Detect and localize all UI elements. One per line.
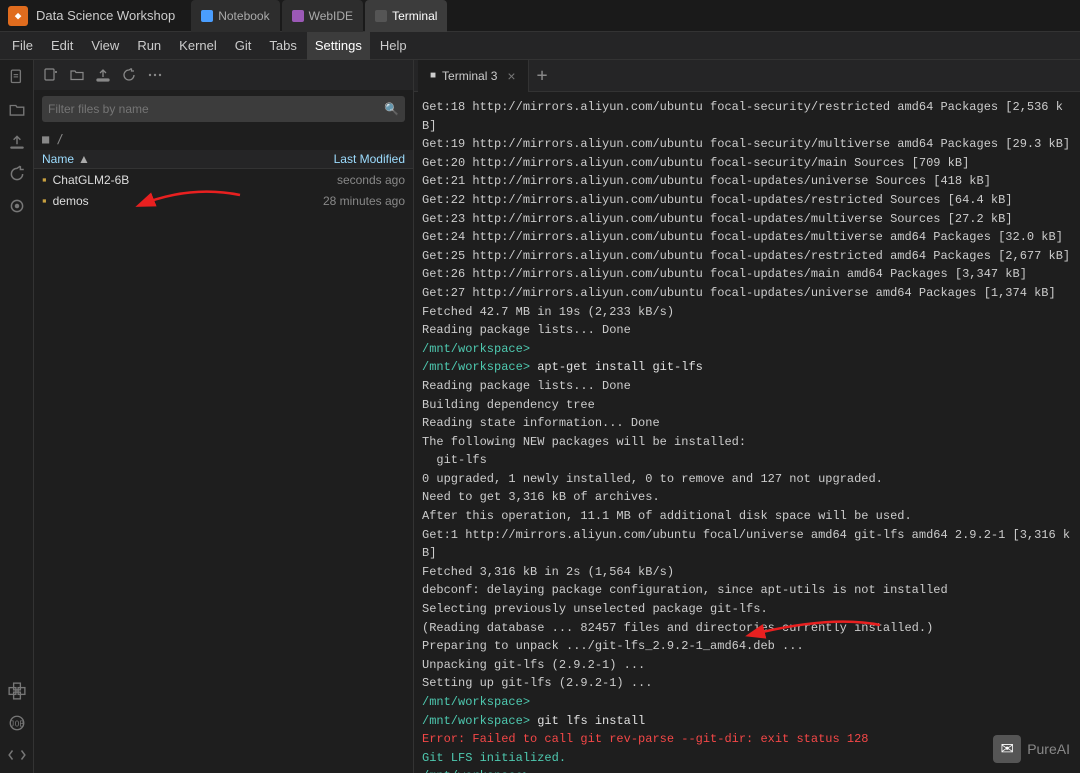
terminal-line: Get:21 http://mirrors.aliyun.com/ubuntu … (422, 172, 1072, 191)
wechat-icon: ✉ (993, 735, 1021, 763)
terminal-line: Reading package lists... Done (422, 377, 1072, 396)
upload-icon[interactable] (3, 128, 31, 156)
new-folder-btn[interactable] (66, 64, 88, 86)
app-title: Data Science Workshop (36, 8, 175, 23)
new-file-icon[interactable] (3, 64, 31, 92)
terminal-panel: ■ Terminal 3 × + Get:18 http://mirrors.a… (414, 60, 1080, 773)
terminal-line: Get:27 http://mirrors.aliyun.com/ubuntu … (422, 284, 1072, 303)
terminal-line: git-lfs (422, 451, 1072, 470)
terminal-add-btn[interactable]: + (529, 65, 556, 86)
job-icon[interactable]: JOB (3, 709, 31, 737)
terminal-tabs: ■ Terminal 3 × + (414, 60, 1080, 92)
terminal-line: After this operation, 11.1 MB of additio… (422, 507, 1072, 526)
file-modified-header[interactable]: Last Modified (275, 152, 405, 166)
menu-help[interactable]: Help (372, 32, 415, 60)
menu-settings[interactable]: Settings (307, 32, 370, 60)
file-modified-demos: 28 minutes ago (275, 194, 405, 208)
terminal-line: /mnt/workspace> git lfs install (422, 712, 1072, 731)
terminal-tab-close[interactable]: × (507, 68, 515, 84)
new-folder-icon[interactable] (3, 96, 31, 124)
terminal-line: Building dependency tree (422, 396, 1072, 415)
tab-webide[interactable]: WebIDE (282, 0, 363, 32)
terminal-line: 0 upgraded, 1 newly installed, 0 to remo… (422, 470, 1072, 489)
upload-btn[interactable] (92, 64, 114, 86)
terminal-line: Need to get 3,316 kB of archives. (422, 488, 1072, 507)
terminal-line: Get:18 http://mirrors.aliyun.com/ubuntu … (422, 98, 1072, 135)
topbar: ◆ Data Science Workshop Notebook WebIDE … (0, 0, 1080, 32)
menu-kernel[interactable]: Kernel (171, 32, 225, 60)
terminal-line: Fetched 3,316 kB in 2s (1,564 kB/s) (422, 563, 1072, 582)
folder-icon-demos: ▪ (42, 193, 47, 208)
terminal-line: Reading state information... Done (422, 414, 1072, 433)
menu-view[interactable]: View (83, 32, 127, 60)
terminal-line: The following NEW packages will be insta… (422, 433, 1072, 452)
filter-icon[interactable] (3, 192, 31, 220)
terminal-line: Get:19 http://mirrors.aliyun.com/ubuntu … (422, 135, 1072, 154)
watermark: ✉ PureAI (993, 735, 1070, 763)
more-btn[interactable] (144, 64, 166, 86)
app-logo: ◆ (8, 6, 28, 26)
extension-icon[interactable] (3, 677, 31, 705)
file-name-chatglm: ▪ ChatGLM2-6B (42, 172, 275, 187)
terminal-tab-icon: ■ (430, 70, 436, 81)
terminal-line: Selecting previously unselected package … (422, 600, 1072, 619)
file-row-chatglm[interactable]: ▪ ChatGLM2-6B seconds ago (34, 169, 413, 190)
code-icon[interactable] (3, 741, 31, 769)
search-icon: 🔍 (384, 102, 399, 116)
file-name-header[interactable]: Name ▲ (42, 152, 275, 166)
refresh-icon[interactable] (3, 160, 31, 188)
terminal-line: Get:23 http://mirrors.aliyun.com/ubuntu … (422, 210, 1072, 229)
file-header: Name ▲ Last Modified (34, 150, 413, 169)
svg-text:JOB: JOB (9, 719, 23, 728)
menubar: File Edit View Run Kernel Git Tabs Setti… (0, 32, 1080, 60)
menu-run[interactable]: Run (129, 32, 169, 60)
terminal-tab-3[interactable]: ■ Terminal 3 × (418, 60, 529, 92)
menu-edit[interactable]: Edit (43, 32, 81, 60)
terminal-line: Get:22 http://mirrors.aliyun.com/ubuntu … (422, 191, 1072, 210)
left-icon-panel: JOB (0, 60, 34, 773)
terminal-line: debconf: delaying package configuration,… (422, 581, 1072, 600)
main-layout: JOB (0, 60, 1080, 773)
sidebar: 🔍 ■ / Name ▲ Last Modified ▪ ChatGLM2-6B… (34, 60, 414, 773)
file-name-demos: ▪ demos (42, 193, 275, 208)
terminal-line: (Reading database ... 82457 files and di… (422, 619, 1072, 638)
file-row-demos[interactable]: ▪ demos 28 minutes ago (34, 190, 413, 211)
notebook-icon (201, 10, 213, 22)
terminal-icon (375, 10, 387, 22)
top-tabs: Notebook WebIDE Terminal (191, 0, 447, 32)
terminal-line: Preparing to unpack .../git-lfs_2.9.2-1_… (422, 637, 1072, 656)
terminal-line: Unpacking git-lfs (2.9.2-1) ... (422, 656, 1072, 675)
terminal-line: /mnt/workspace> apt-get install git-lfs (422, 358, 1072, 377)
breadcrumb: ■ / (34, 128, 413, 150)
terminal-line: /mnt/workspace> (422, 340, 1072, 359)
folder-icon-chatglm: ▪ (42, 172, 47, 187)
menu-git[interactable]: Git (227, 32, 260, 60)
tab-terminal[interactable]: Terminal (365, 0, 447, 32)
file-modified-chatglm: seconds ago (275, 173, 405, 187)
search-box: 🔍 (42, 96, 405, 122)
terminal-line: Get:1 http://mirrors.aliyun.com/ubuntu f… (422, 526, 1072, 563)
terminal-line: Setting up git-lfs (2.9.2-1) ... (422, 674, 1072, 693)
terminal-line: Get:20 http://mirrors.aliyun.com/ubuntu … (422, 154, 1072, 173)
sort-arrow-icon: ▲ (78, 152, 90, 166)
terminal-line: Fetched 42.7 MB in 19s (2,233 kB/s) (422, 303, 1072, 322)
refresh-btn[interactable] (118, 64, 140, 86)
terminal-line: /mnt/workspace> (422, 767, 1072, 773)
terminal-line: Reading package lists... Done (422, 321, 1072, 340)
new-file-btn[interactable] (40, 64, 62, 86)
search-input[interactable] (48, 102, 384, 116)
menu-file[interactable]: File (4, 32, 41, 60)
terminal-content[interactable]: Get:18 http://mirrors.aliyun.com/ubuntu … (414, 92, 1080, 773)
terminal-line: Error: Failed to call git rev-parse --gi… (422, 730, 1072, 749)
sidebar-toolbar (34, 60, 413, 90)
terminal-line: Get:26 http://mirrors.aliyun.com/ubuntu … (422, 265, 1072, 284)
webide-icon (292, 10, 304, 22)
menu-tabs[interactable]: Tabs (261, 32, 304, 60)
tab-notebook[interactable]: Notebook (191, 0, 279, 32)
terminal-line: Get:24 http://mirrors.aliyun.com/ubuntu … (422, 228, 1072, 247)
terminal-line: Git LFS initialized. (422, 749, 1072, 768)
terminal-line: /mnt/workspace> (422, 693, 1072, 712)
terminal-line: Get:25 http://mirrors.aliyun.com/ubuntu … (422, 247, 1072, 266)
